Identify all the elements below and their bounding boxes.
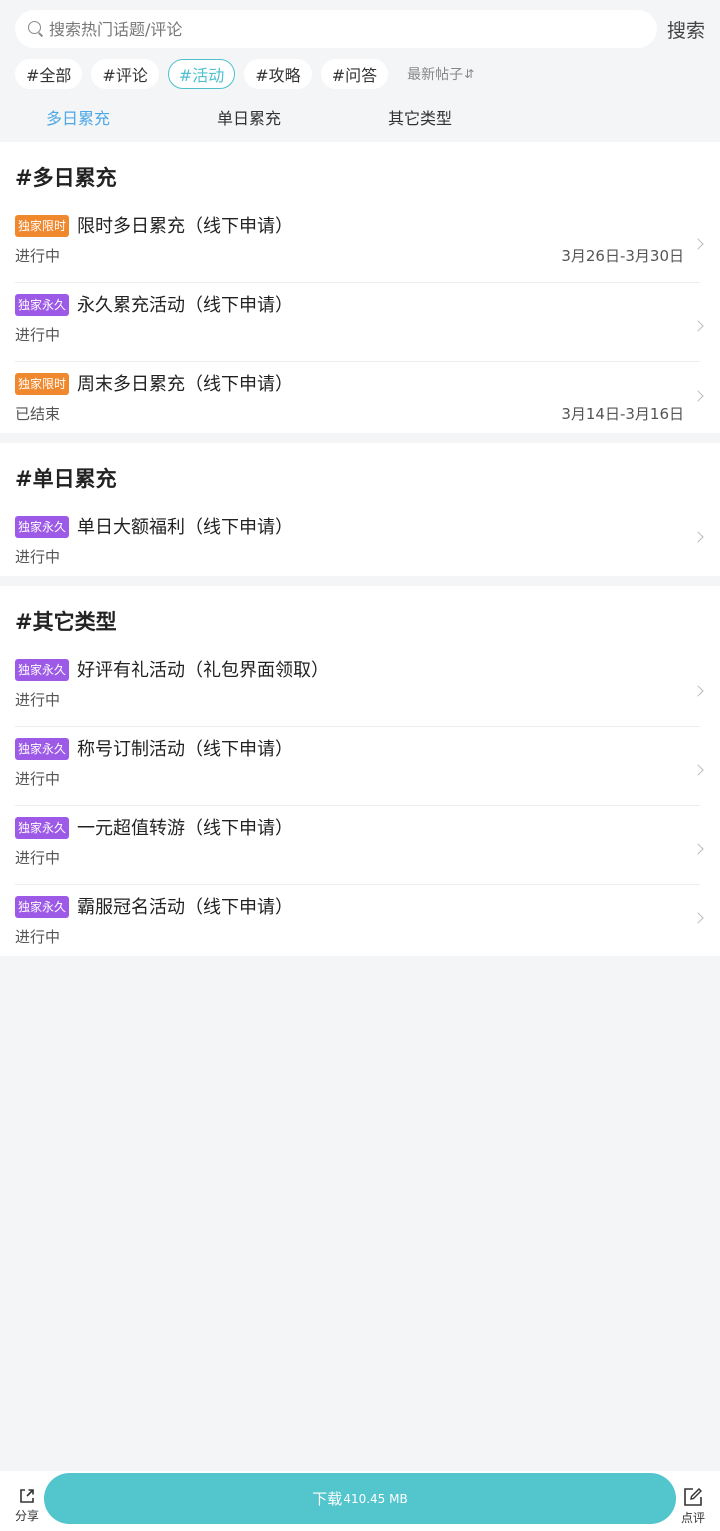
item-title: 限时多日累充（线下申请） [77, 216, 293, 237]
item-title: 一元超值转游（线下申请） [77, 818, 293, 839]
download-label: 下载 [312, 1490, 343, 1508]
item-date: 3月26日-3月30日 [561, 247, 684, 265]
search-input[interactable] [49, 11, 609, 47]
edit-icon [684, 1488, 702, 1506]
tab-other[interactable]: 其它类型 [388, 105, 452, 129]
sort-arrows-icon: ⇵ [464, 67, 475, 81]
section-multi-day: #多日累充 独家限时 限时多日累充（线下申请） 进行中 3月26日-3月30日 … [0, 142, 720, 433]
item-status: 进行中 [15, 691, 61, 709]
item-status: 进行中 [15, 548, 61, 566]
list-item[interactable]: 独家永久 好评有礼活动（礼包界面领取） 进行中 [0, 648, 720, 727]
chevron-right-icon [692, 238, 704, 250]
item-title: 称号订制活动（线下申请） [77, 739, 293, 760]
item-date: 3月14日-3月16日 [561, 405, 684, 423]
chevron-right-icon [692, 843, 704, 855]
review-label: 点评 [680, 1511, 705, 1525]
chip-guides[interactable]: #攻略 [244, 59, 312, 89]
share-icon [20, 1489, 34, 1503]
section-title: #多日累充 [15, 166, 117, 190]
list-item[interactable]: 独家永久 永久累充活动（线下申请） 进行中 [0, 283, 720, 362]
sort-toggle[interactable]: 最新帖子 ⇵ [407, 64, 474, 84]
item-title: 好评有礼活动（礼包界面领取） [77, 660, 329, 681]
chevron-right-icon [692, 685, 704, 697]
chevron-right-icon [692, 912, 704, 924]
chevron-right-icon [692, 764, 704, 776]
list-item[interactable]: 独家永久 霸服冠名活动（线下申请） 进行中 [0, 885, 720, 964]
chip-activities[interactable]: #活动 [167, 59, 236, 89]
item-status: 进行中 [15, 247, 61, 265]
section-other: #其它类型 独家永久 好评有礼活动（礼包界面领取） 进行中 独家永久 称号订制活… [0, 586, 720, 956]
review-button[interactable]: 点评 [678, 1486, 708, 1526]
chevron-right-icon [692, 531, 704, 543]
badge-permanent: 独家永久 [15, 659, 70, 681]
badge-limited: 独家限时 [15, 215, 70, 237]
item-status: 已结束 [15, 405, 61, 423]
share-label: 分享 [14, 1509, 39, 1523]
item-title: 单日大额福利（线下申请） [77, 517, 293, 538]
tab-single-day[interactable]: 单日累充 [217, 105, 281, 129]
chip-all[interactable]: #全部 [15, 59, 83, 89]
list-item[interactable]: 独家永久 一元超值转游（线下申请） 进行中 [0, 806, 720, 885]
section-title: #单日累充 [15, 467, 117, 491]
chevron-right-icon [692, 320, 704, 332]
list-item[interactable]: 独家限时 周末多日累充（线下申请） 已结束 3月14日-3月16日 [0, 362, 720, 441]
list-item[interactable]: 独家永久 称号订制活动（线下申请） 进行中 [0, 727, 720, 806]
item-title: 霸服冠名活动（线下申请） [77, 897, 293, 918]
chip-comments[interactable]: #评论 [91, 59, 159, 89]
bottom-bar: 分享 下载 410.45 MB 点评 [0, 1471, 720, 1531]
badge-permanent: 独家永久 [15, 294, 70, 316]
item-status: 进行中 [15, 326, 61, 344]
page: 搜索 #全部 #评论 #活动 #攻略 #问答 最新帖子 ⇵ 多日累充 单日累充 … [0, 0, 720, 1531]
chevron-right-icon [692, 390, 704, 402]
topic-chips: #全部 #评论 #活动 #攻略 #问答 最新帖子 ⇵ [15, 59, 474, 89]
badge-permanent: 独家永久 [15, 738, 70, 760]
item-status: 进行中 [15, 770, 61, 788]
download-button[interactable]: 下载 410.45 MB [44, 1473, 676, 1524]
search-box[interactable] [15, 10, 657, 48]
chip-qa[interactable]: #问答 [320, 59, 389, 89]
search-bar: 搜索 [15, 10, 705, 48]
badge-permanent: 独家永久 [15, 817, 70, 839]
list-item[interactable]: 独家永久 单日大额福利（线下申请） 进行中 [0, 505, 720, 584]
list-item[interactable]: 独家限时 限时多日累充（线下申请） 进行中 3月26日-3月30日 [0, 204, 720, 283]
search-icon [27, 20, 45, 38]
item-status: 进行中 [15, 928, 61, 946]
tab-multi-day[interactable]: 多日累充 [46, 105, 110, 129]
share-button[interactable]: 分享 [10, 1486, 44, 1524]
download-size: 410.45 MB [343, 1491, 408, 1506]
section-single-day: #单日累充 独家永久 单日大额福利（线下申请） 进行中 [0, 443, 720, 576]
item-title: 周末多日累充（线下申请） [77, 374, 293, 395]
badge-permanent: 独家永久 [15, 516, 70, 538]
search-button[interactable]: 搜索 [667, 16, 705, 43]
sort-label: 最新帖子 [407, 67, 464, 83]
item-status: 进行中 [15, 849, 61, 867]
sub-tabs: 多日累充 单日累充 其它类型 [0, 105, 720, 135]
section-title: #其它类型 [15, 610, 117, 634]
badge-permanent: 独家永久 [15, 896, 70, 918]
badge-limited: 独家限时 [15, 373, 70, 395]
item-title: 永久累充活动（线下申请） [77, 295, 293, 316]
